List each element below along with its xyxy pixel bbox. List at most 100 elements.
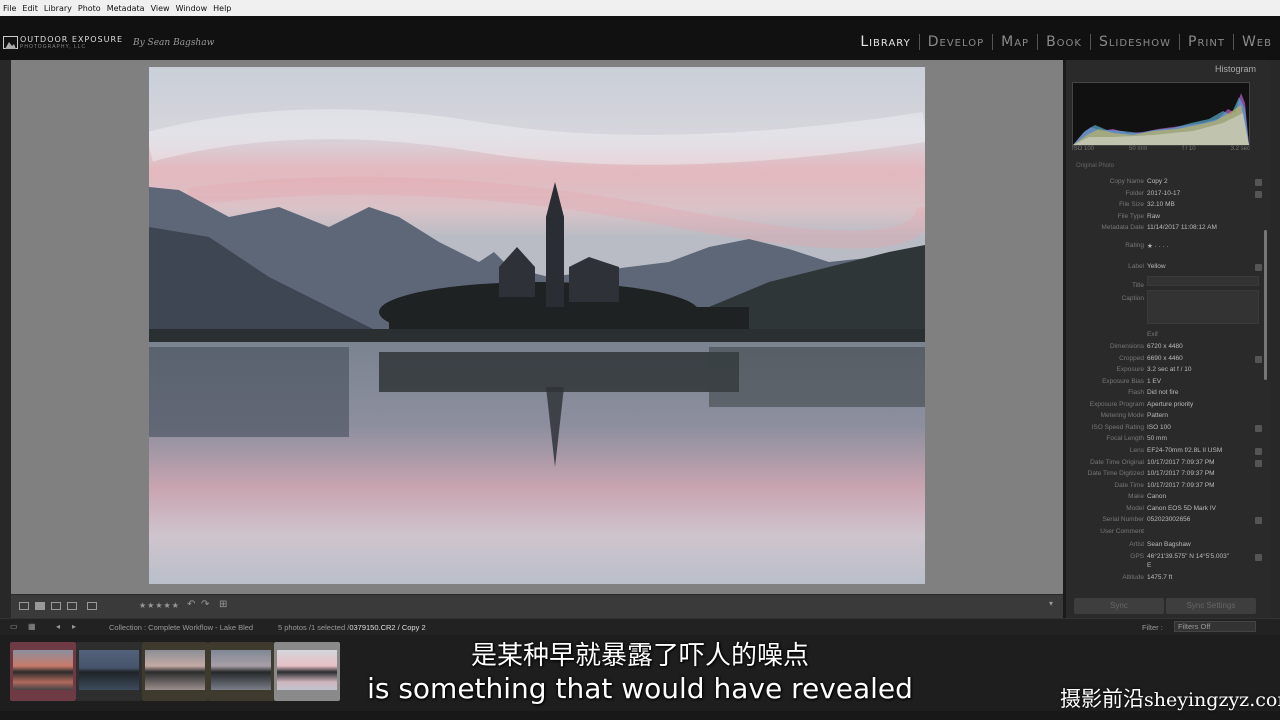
crop-info-icon[interactable] [1255,356,1262,363]
histogram-graph [1072,82,1250,146]
caption-row: Caption [1121,295,1144,302]
filter-label: Filter : [1142,623,1163,632]
module-print[interactable]: Print [1188,34,1225,50]
metadata-row: ISO Speed Rating ISO 100 [1066,424,1262,435]
panel-scrollbar[interactable] [1264,230,1267,380]
metadata-row: Flash Did not fire [1128,389,1179,396]
menu-photo[interactable]: Photo [78,4,101,13]
menu-bar: File Edit Library Photo Metadata View Wi… [0,0,1280,16]
filter-icon[interactable] [1255,425,1262,432]
left-panel-collapsed[interactable] [0,60,11,618]
second-window-icon[interactable]: ▭ [10,622,18,631]
rotate-left-icon[interactable]: ↶ [187,599,195,610]
metadata-row: Date Time 10/17/2017 7:09:37 PM [1114,482,1215,489]
right-panel: Histogram ISO 100 50 mm f / 10 3.2 sec O… [1066,60,1270,618]
metadata-row: Date Time Original 10/17/2017 7:09:37 PM [1066,459,1262,470]
metadata-row: File Size 32.10 MB [1119,201,1175,208]
people-view-icon[interactable] [87,602,97,610]
grid-view-icon[interactable] [19,602,29,610]
current-filename: 0379150.CR2 / Copy 2 [349,623,426,632]
metadata-row: Exposure 3.2 sec at f / 10 [1116,366,1192,373]
metadata-row: Exposure Program Aperture priority [1089,401,1194,408]
module-book[interactable]: Book [1046,34,1082,50]
module-web[interactable]: Web [1242,34,1272,50]
sync-settings-button[interactable]: Sync Settings [1166,598,1256,614]
metadata-row: User Comment [1100,528,1144,535]
metadata-row: File Type Raw [1117,213,1161,220]
main-photo[interactable] [149,67,925,584]
compare-view-icon[interactable] [51,602,61,610]
metadata-row: Copy Name Copy 2 [1066,178,1262,189]
menu-metadata[interactable]: Metadata [107,4,145,13]
metadata-row: Altitude 1475.7 ft [1122,574,1173,581]
go-to-folder-icon[interactable] [1255,191,1262,198]
module-develop[interactable]: Develop [928,34,984,50]
metadata-row: Dimensions 6720 x 4480 [1110,343,1183,350]
identity-byline: By Sean Bagshaw [133,38,215,48]
metadata-row: Date Time Digitized 10/17/2017 7:09:37 PM [1087,470,1215,477]
collection-path[interactable]: Collection : Complete Workflow - Lake Bl… [109,623,253,632]
menu-help[interactable]: Help [213,4,231,13]
dropdown-icon[interactable] [1255,264,1262,271]
metadata-row: E [1147,562,1152,569]
module-library[interactable]: Library [860,34,910,50]
library-toolbar: ★★★★★ ↶ ↷ ⊞ ▾ [11,594,1063,618]
menu-library[interactable]: Library [44,4,72,13]
histogram-info: ISO 100 50 mm f / 10 3.2 sec [1072,146,1250,152]
label-row[interactable]: Label Yellow [1066,263,1262,274]
identity-line1: OUTDOOR EXPOSURE [20,35,124,44]
metadata-row: Exposure Bias 1 EV [1102,378,1162,385]
photo-count: 5 photos /1 selected /0379150.CR2 / Copy… [278,623,426,632]
sync-bar: Sync Sync Settings [1066,594,1270,618]
hist-aperture: f / 10 [1182,146,1196,152]
hist-shutter: 3.2 sec [1230,146,1250,152]
map-arrow-icon[interactable] [1255,554,1262,561]
rating-stars[interactable]: ★★★★★ [139,601,180,610]
metadata-row: Make Canon [1128,493,1167,500]
metadata-row: Folder 2017-10-17 [1066,190,1262,201]
module-divider [992,34,994,50]
identity-line2: PHOTOGRAPHY, LLC [20,44,87,50]
metadata-row: Lens EF24-70mm f/2.8L II USM [1066,447,1262,458]
metadata-row: Artist Sean Bagshaw [1129,541,1191,548]
survey-view-icon[interactable] [67,602,77,610]
metadata-row: Metering Mode Pattern [1100,412,1168,419]
module-divider [1232,34,1234,50]
right-panel-edge[interactable] [1270,60,1280,618]
original-photo-label[interactable]: Original Photo [1076,163,1114,169]
sync-button[interactable]: Sync [1074,598,1164,614]
crop-icon[interactable]: ⊞ [219,599,227,610]
logo-mountain-icon [3,36,18,49]
filter-icon[interactable] [1255,517,1262,524]
module-picker: Library Develop Map Book Slideshow Print… [860,34,1272,50]
menu-view[interactable]: View [151,4,170,13]
site-watermark: 摄影前沿sheyingzyz.com [1060,687,1280,711]
menu-window[interactable]: Window [176,4,208,13]
loupe-view-icon[interactable] [35,602,45,610]
grid-icon[interactable]: ▦ [28,622,36,631]
metadata-row: Model Canon EOS 5D Mark IV [1126,505,1216,512]
rating-row[interactable]: Rating ★ · · · · [1066,242,1262,253]
rotate-right-icon[interactable]: ↷ [201,599,209,610]
filter-icon[interactable] [1255,448,1262,455]
metadata-row: Focal Length 50 mm [1106,435,1167,442]
module-slideshow[interactable]: Slideshow [1099,34,1171,50]
filmstrip-bar: ▭ ▦ ◂ ▸ Collection : Complete Workflow -… [0,618,1280,635]
module-divider [1089,34,1091,50]
filter-dropdown[interactable]: Filters Off [1174,621,1256,632]
metadata-row: Serial Number 052023002656 [1066,516,1262,527]
hist-focal: 50 mm [1128,146,1148,152]
filter-icon[interactable] [1255,460,1262,467]
forward-icon[interactable]: ▸ [72,622,76,631]
subtitle-chinese: 是某种早就暴露了吓人的噪点 [470,641,809,671]
back-icon[interactable]: ◂ [56,622,60,631]
menu-edit[interactable]: Edit [22,4,38,13]
metadata-row: Cropped 6690 x 4460 [1066,355,1262,366]
menu-file[interactable]: File [3,4,16,13]
histogram-title[interactable]: Histogram [1215,64,1256,74]
toolbar-menu-chevron-icon[interactable]: ▾ [1049,599,1053,608]
edit-icon[interactable] [1255,179,1262,186]
metadata-row: Metadata Date 11/14/2017 11:08:12 AM [1101,224,1217,231]
module-divider [1179,34,1181,50]
module-map[interactable]: Map [1001,34,1029,50]
